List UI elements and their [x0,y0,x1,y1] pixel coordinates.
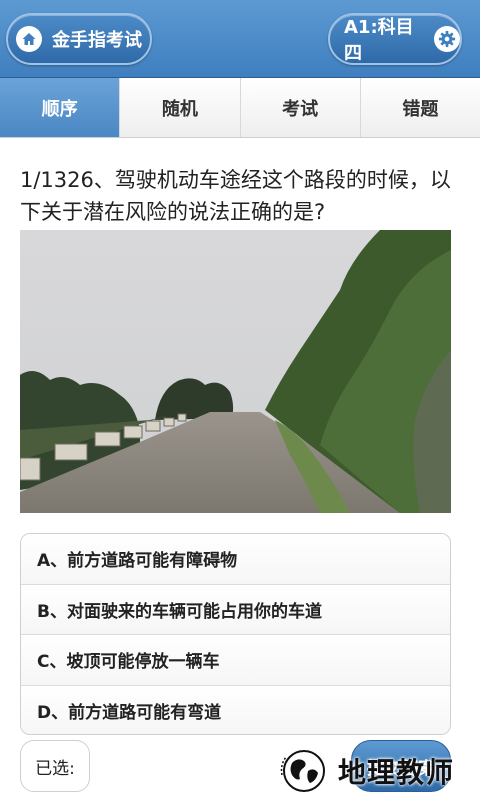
option-a[interactable]: A、前方道路可能有障碍物 [21,534,450,585]
watermark-text: 地理教师 [338,756,455,789]
tab-sequential[interactable]: 顺序 [0,78,121,137]
tab-exam[interactable]: 考试 [240,78,361,137]
question-photo [20,230,451,513]
home-icon [16,26,42,52]
home-button[interactable]: 金手指考试 [6,13,152,65]
tab-wrong-questions[interactable]: 错题 [360,78,480,137]
option-c[interactable]: C、坡顶可能停放一辆车 [21,635,450,686]
globe-logo-icon [280,750,325,792]
watermark: 地理教师 [278,745,478,797]
tab-random[interactable]: 随机 [120,78,241,137]
app-header: 金手指考试 A1:科目四 [0,0,480,78]
gear-icon [434,26,460,52]
mode-tabs: 顺序 随机 考试 错题 [0,78,480,138]
subject-label: A1:科目四 [344,17,414,64]
selected-answer-box: 已选: [20,740,90,792]
question-text: 1/1326、驾驶机动车途经这个路段的时候，以下关于潜在风险的说法正确的是? [20,168,451,224]
option-d[interactable]: D、前方道路可能有弯道 [21,685,450,734]
option-b[interactable]: B、对面驶来的车辆可能占用你的车道 [21,584,450,635]
subject-settings-button[interactable]: A1:科目四 [328,13,462,65]
answer-options: A、前方道路可能有障碍物 B、对面驶来的车辆可能占用你的车道 C、坡顶可能停放一… [20,533,451,735]
app-title: 金手指考试 [52,30,142,51]
